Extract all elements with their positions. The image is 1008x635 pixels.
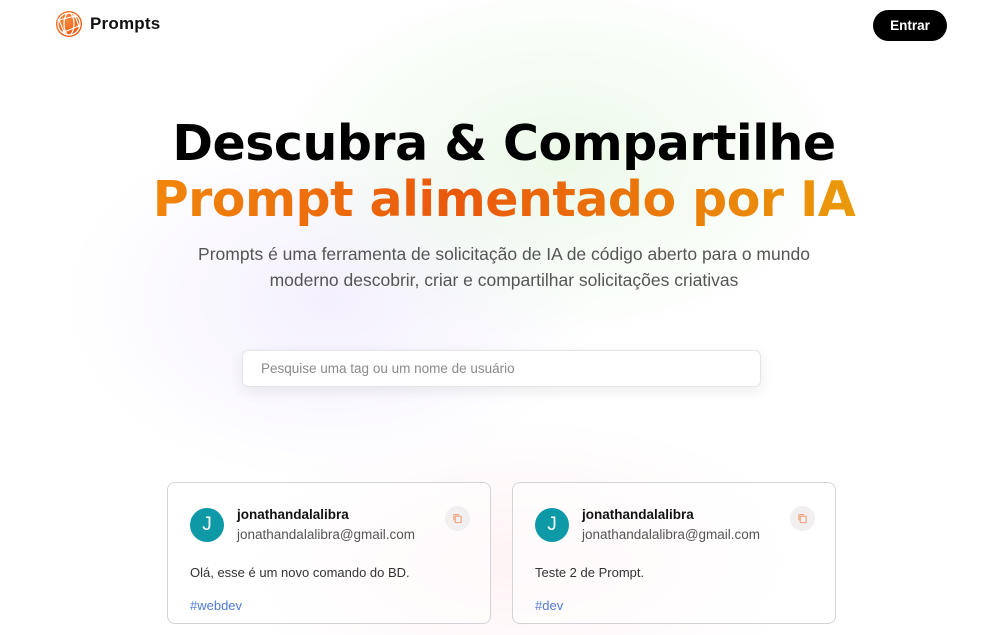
avatar[interactable]: J bbox=[190, 508, 224, 542]
copy-button[interactable] bbox=[790, 506, 815, 531]
search-form bbox=[242, 350, 761, 387]
navbar: Prompts Entrar bbox=[0, 0, 1008, 50]
hero-title: Descubra & Compartilhe bbox=[172, 115, 836, 172]
prompt-text: Olá, esse é um novo comando do BD. bbox=[190, 565, 410, 580]
background-glow bbox=[0, 0, 1008, 635]
prompt-text: Teste 2 de Prompt. bbox=[535, 565, 645, 580]
search-input[interactable] bbox=[242, 350, 761, 387]
brand-link[interactable]: Prompts bbox=[56, 11, 160, 37]
globe-network-icon bbox=[56, 11, 82, 37]
copy-icon bbox=[798, 514, 807, 524]
user-email: jonathandalalibra@gmail.com bbox=[237, 527, 416, 542]
hero-description: Prompts é uma ferramenta de solicitação … bbox=[198, 244, 810, 290]
login-button[interactable]: Entrar bbox=[873, 10, 947, 41]
prompt-card: J jonathandalalibra jonathandalalibra@gm… bbox=[512, 482, 836, 624]
copy-icon bbox=[453, 514, 462, 524]
username[interactable]: jonathandalalibra bbox=[582, 506, 760, 524]
copy-button[interactable] bbox=[445, 506, 470, 531]
username[interactable]: jonathandalalibra bbox=[237, 506, 415, 524]
hero-subtitle: Prompt alimentado por IA bbox=[0, 172, 1008, 228]
prompt-tag[interactable]: #dev bbox=[535, 597, 813, 615]
user-info: jonathandalalibra jonathandalalibra@gmai… bbox=[237, 505, 415, 545]
user-info: jonathandalalibra jonathandalalibra@gmai… bbox=[582, 505, 760, 545]
prompt-card: J jonathandalalibra jonathandalalibra@gm… bbox=[167, 482, 491, 624]
user-email: jonathandalalibra@gmail.com bbox=[582, 527, 761, 542]
brand-name: Prompts bbox=[90, 14, 161, 33]
card-header: J jonathandalalibra jonathandalalibra@gm… bbox=[190, 505, 470, 545]
card-header: J jonathandalalibra jonathandalalibra@gm… bbox=[535, 505, 815, 545]
hero-section: Descubra & Compartilhe Prompt alimentado… bbox=[0, 116, 1008, 293]
avatar[interactable]: J bbox=[535, 508, 569, 542]
prompt-tag[interactable]: #webdev bbox=[190, 597, 468, 615]
